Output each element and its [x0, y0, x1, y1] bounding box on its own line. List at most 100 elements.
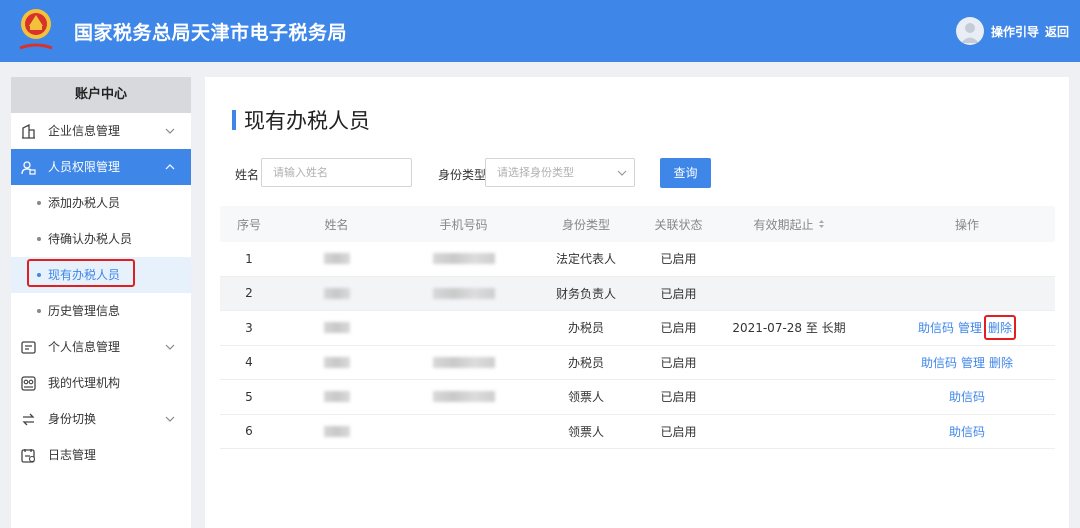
cell-status: 已启用 [660, 321, 697, 336]
user-lock-icon [21, 161, 36, 175]
guide-link[interactable]: 操作引导 [991, 23, 1039, 40]
help-code-link[interactable]: 助信码 [921, 354, 957, 371]
sidebar-item-agency[interactable]: 我的代理机构 [11, 365, 191, 401]
cell-actions: 助信码 [861, 380, 1073, 414]
cell-phone [395, 346, 532, 380]
table-row: 5 领票人 已启用 助信码 [220, 380, 1055, 415]
cell-type: 办税员 [567, 321, 604, 336]
cell-no: 3 [245, 320, 253, 335]
cell-no: 5 [245, 389, 253, 404]
manage-link[interactable]: 管理 [958, 319, 982, 336]
redacted-phone [432, 391, 495, 403]
name-search-input[interactable] [261, 158, 412, 187]
cell-status: 已启用 [660, 424, 697, 439]
sidebar-item-permission[interactable]: 人员权限管理 [11, 149, 191, 185]
cell-name [278, 346, 395, 380]
user-icon [961, 23, 979, 43]
cell-name [278, 311, 395, 345]
top-header: 国家税务总局天津市电子税务局 操作引导 返回 [0, 0, 1080, 62]
col-header-period-label: 有效期起止 [753, 217, 814, 232]
title-accent-bar [232, 110, 236, 130]
app-title: 国家税务总局天津市电子税务局 [74, 22, 348, 44]
table-row: 2 财务负责人 已启用 [220, 276, 1055, 311]
building-icon [22, 124, 35, 139]
sidebar-item-label: 日志管理 [48, 448, 97, 462]
table-header-row: 序号 姓名 手机号码 身份类型 关联状态 有效期起止 操作 [220, 206, 1055, 242]
back-link[interactable]: 返回 [1045, 23, 1069, 40]
identity-type-select[interactable] [485, 158, 635, 187]
manage-link[interactable]: 管理 [961, 354, 985, 371]
redacted-name [323, 253, 350, 265]
redacted-phone [432, 253, 495, 265]
chevron-down-icon [165, 344, 175, 350]
sidebar: 账户中心 企业信息管理 人员权限管理 添加办税人员 待确认办税人员 现有办税人员… [11, 77, 191, 528]
chevron-up-icon [165, 164, 175, 170]
cell-actions: 助信码 [861, 415, 1073, 449]
staff-table: 序号 姓名 手机号码 身份类型 关联状态 有效期起止 操作 1 法定代表人 已启… [220, 206, 1055, 449]
sidebar-item-enterprise-info[interactable]: 企业信息管理 [11, 113, 191, 149]
sidebar-item-label: 个人信息管理 [48, 340, 121, 354]
sidebar-subitem-label: 添加办税人员 [48, 196, 121, 210]
cell-period [717, 277, 861, 311]
user-avatar[interactable] [956, 17, 984, 45]
cell-status: 已启用 [660, 286, 697, 301]
type-filter-label: 身份类型 [438, 168, 487, 182]
sidebar-item-label: 企业信息管理 [48, 124, 121, 138]
cell-phone [395, 242, 532, 276]
sidebar-item-label: 我的代理机构 [48, 376, 121, 390]
cell-period [717, 346, 861, 380]
help-code-link[interactable]: 助信码 [949, 388, 985, 405]
table-row: 1 法定代表人 已启用 [220, 242, 1055, 277]
sidebar-subitem-add-staff[interactable]: 添加办税人员 [11, 185, 191, 221]
help-code-link[interactable]: 助信码 [918, 319, 954, 336]
cell-phone [395, 380, 532, 414]
sidebar-item-identity-switch[interactable]: 身份切换 [11, 401, 191, 437]
cell-period [717, 380, 861, 414]
redacted-name [323, 356, 350, 368]
cell-name [278, 380, 395, 414]
cell-name [278, 277, 395, 311]
redacted-name [323, 391, 350, 403]
sidebar-item-label: 人员权限管理 [48, 160, 121, 174]
name-filter-label: 姓名 [235, 168, 260, 182]
query-button[interactable]: 查询 [660, 158, 711, 188]
col-header-status: 关联状态 [654, 217, 703, 232]
bullet-dot [37, 237, 41, 241]
col-header-period[interactable]: 有效期起止 [717, 206, 861, 242]
bullet-dot [37, 201, 41, 205]
col-header-name: 姓名 [324, 217, 349, 232]
col-header-actions: 操作 [954, 217, 979, 232]
switch-icon [22, 413, 35, 426]
cell-no: 6 [245, 424, 253, 439]
cell-period: 2021-07-28 至 长期 [732, 321, 846, 336]
sidebar-item-personal-info[interactable]: 个人信息管理 [11, 329, 191, 365]
sidebar-subitem-pending-staff[interactable]: 待确认办税人员 [11, 221, 191, 257]
cell-actions: 助信码 管理 删除 [861, 311, 1073, 345]
help-code-link[interactable]: 助信码 [949, 423, 985, 440]
cell-phone [395, 311, 532, 345]
cell-no: 1 [245, 251, 253, 266]
cell-period [717, 415, 861, 449]
sidebar-item-log[interactable]: 日志管理 [11, 437, 191, 473]
cell-type: 财务负责人 [555, 286, 616, 301]
chevron-down-icon [165, 416, 175, 422]
cell-period [717, 242, 861, 276]
cell-actions: 助信码 管理 删除 [861, 346, 1073, 380]
table-row: 4 办税员 已启用 助信码 管理 删除 [220, 346, 1055, 380]
redacted-phone [432, 356, 495, 368]
sidebar-subitem-history[interactable]: 历史管理信息 [11, 293, 191, 329]
sidebar-subitem-label: 现有办税人员 [48, 268, 121, 282]
main-panel: 现有办税人员 姓名 身份类型 查询 序号 姓名 手机号码 身份类型 关联状态 有… [205, 77, 1069, 528]
sort-icon[interactable] [818, 219, 825, 229]
sidebar-subitem-current-staff[interactable]: 现有办税人员 [11, 257, 191, 293]
delete-link[interactable]: 删除 [984, 315, 1017, 341]
bullet-dot [37, 309, 41, 313]
redacted-name [323, 322, 350, 334]
tax-emblem-logo [19, 9, 53, 50]
delete-link[interactable]: 删除 [989, 354, 1013, 371]
cell-status: 已启用 [660, 355, 697, 370]
cell-no: 2 [245, 286, 253, 301]
redacted-name [323, 425, 350, 437]
cell-actions [861, 277, 1073, 311]
sidebar-item-label: 身份切换 [48, 412, 97, 426]
